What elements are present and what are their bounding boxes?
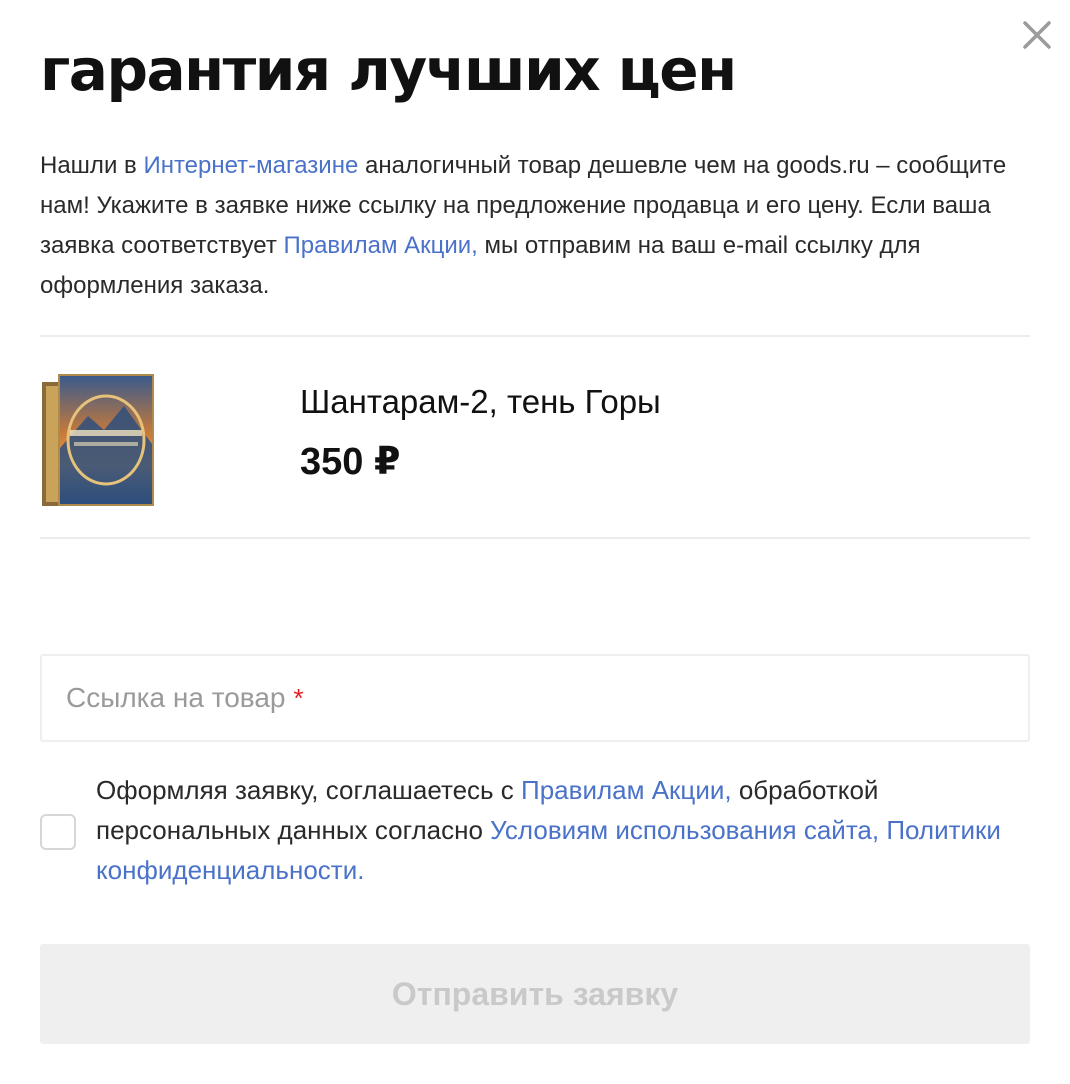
consent-text-part: Оформляя заявку, соглашаетесь с <box>96 775 522 805</box>
intro-text: Нашли в Интернет-магазине аналогичный то… <box>40 146 1040 306</box>
modal-title: гарантия лучших цен <box>40 36 737 104</box>
submit-button[interactable]: Отправить заявку <box>40 944 1030 1044</box>
required-mark: * <box>293 682 304 713</box>
close-icon <box>1023 21 1051 49</box>
terms-link[interactable]: Условиям использования сайта, <box>490 815 879 845</box>
best-price-modal: гарантия лучших цен Нашли в Интернет-маг… <box>0 0 1070 1084</box>
rules-link[interactable]: Правилам Акции, <box>283 232 477 259</box>
consent-rules-link[interactable]: Правилам Акции, <box>521 775 732 805</box>
product-title: Шантарам-2, тень Горы <box>300 383 661 420</box>
intro-text-part: Нашли в <box>40 152 144 179</box>
consent-text: Оформляя заявку, соглашаетесь с Правилам… <box>96 770 1036 890</box>
product-link-input[interactable]: Ссылка на товар * <box>40 654 1030 742</box>
shop-link[interactable]: Интернет-магазине <box>143 152 358 179</box>
product-link-placeholder: Ссылка на товар <box>66 682 286 713</box>
book-cover-image <box>42 374 154 506</box>
product-price: 350 ₽ <box>300 441 401 483</box>
product-image <box>40 368 158 510</box>
consent-checkbox[interactable] <box>40 814 76 850</box>
close-button[interactable] <box>1016 14 1058 56</box>
divider <box>40 537 1030 539</box>
divider <box>40 335 1030 337</box>
